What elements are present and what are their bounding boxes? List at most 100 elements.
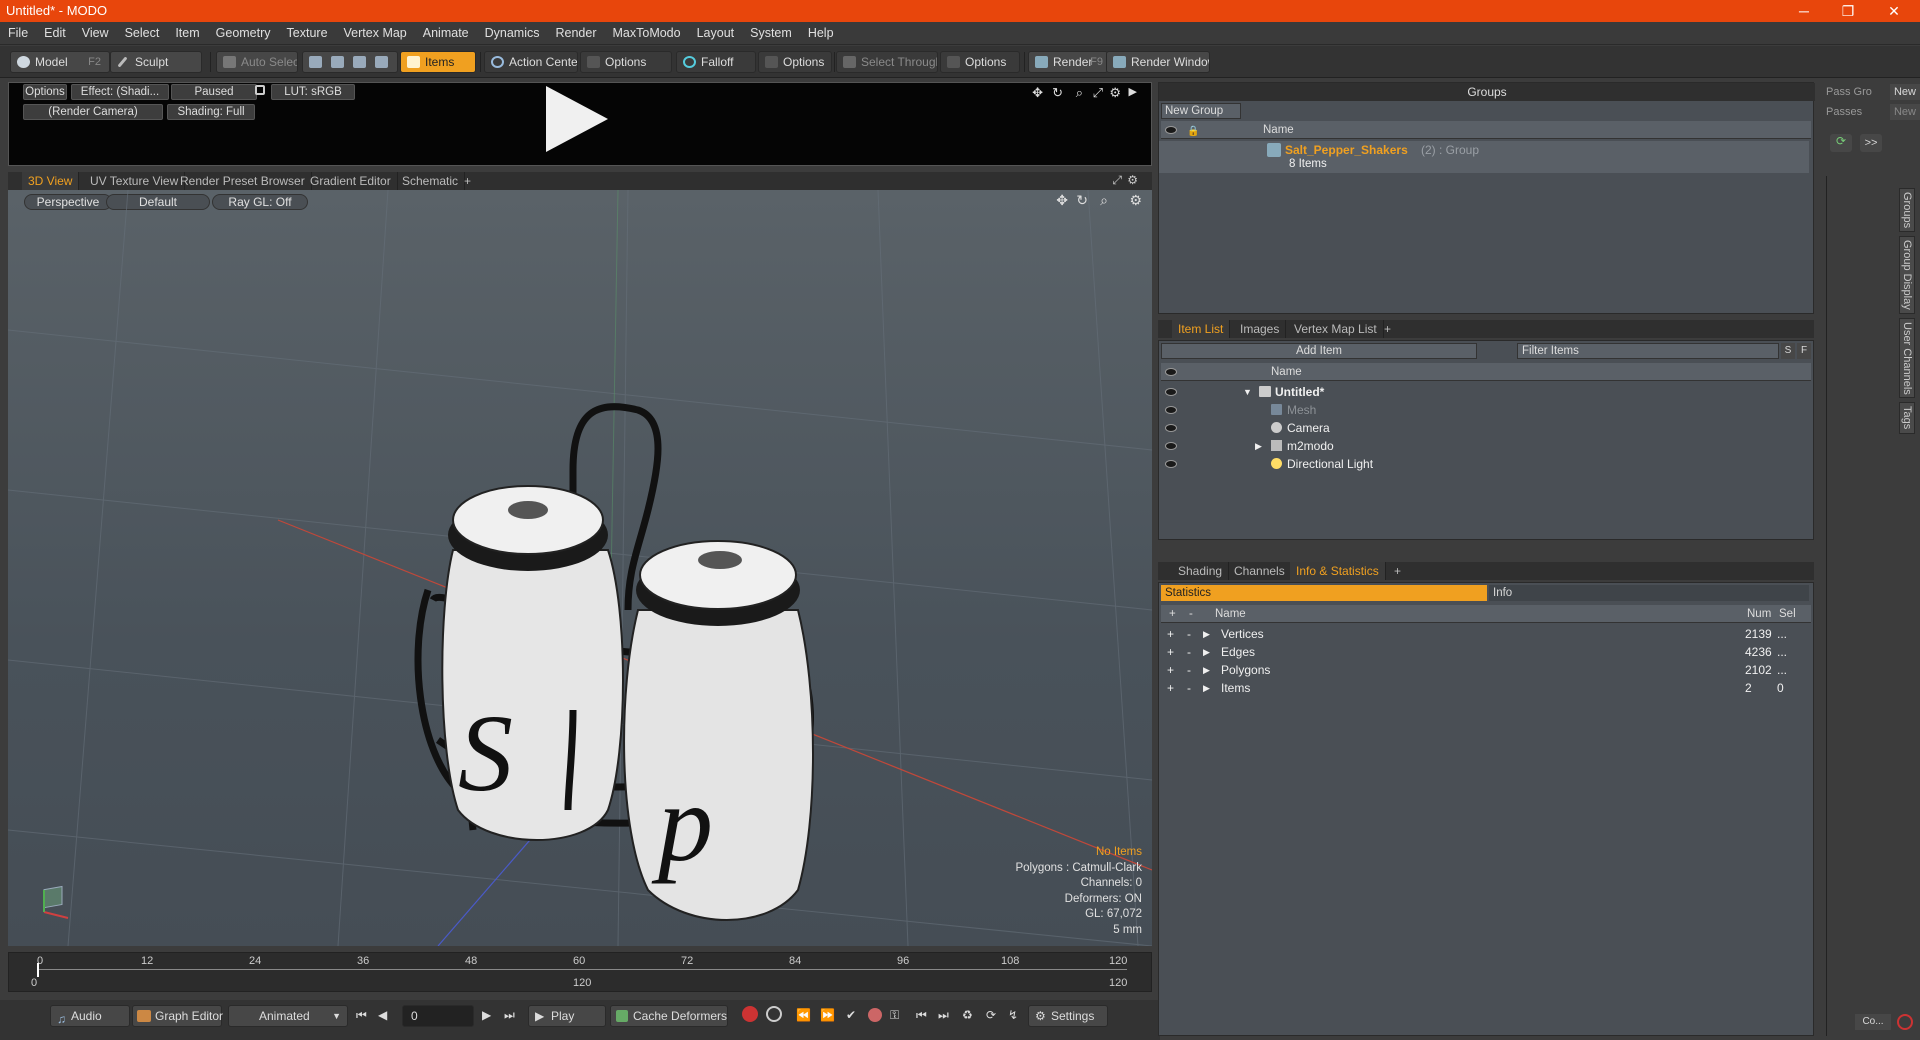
stats-row-vertices[interactable]: + - ▶ Vertices 2139...: [1159, 625, 1809, 643]
items-mode-button[interactable]: Items: [400, 51, 476, 73]
expand-icon[interactable]: ⤢: [1112, 173, 1122, 188]
tab-vertex-map-list[interactable]: Vertex Map List: [1288, 320, 1384, 338]
step-back-icon[interactable]: ⏮: [916, 1008, 927, 1023]
item-row-directional-light[interactable]: Directional Light: [1159, 455, 1809, 473]
auto-key-icon[interactable]: [766, 1006, 782, 1022]
minimize-button[interactable]: ─: [1784, 1, 1824, 21]
side-tab-tags[interactable]: Tags: [1899, 402, 1915, 434]
key-next-icon[interactable]: ⏩: [820, 1008, 835, 1022]
preview-options-button[interactable]: Options: [23, 84, 67, 100]
info-tab[interactable]: Info: [1489, 585, 1809, 601]
tab-images[interactable]: Images: [1234, 320, 1287, 338]
eye-icon[interactable]: [1165, 368, 1177, 376]
play-icon[interactable]: [546, 86, 608, 152]
tab-gradient-editor[interactable]: Gradient Editor: [304, 172, 398, 190]
menu-arrow-icon[interactable]: ▶: [1129, 85, 1137, 98]
expand-icon[interactable]: ⤢: [1093, 85, 1103, 101]
menu-select[interactable]: Select: [117, 22, 168, 45]
f-filter-button[interactable]: F: [1797, 343, 1811, 359]
s-filter-button[interactable]: S: [1781, 343, 1795, 359]
bounce-icon[interactable]: ⟳: [986, 1008, 996, 1022]
last-frame-icon[interactable]: ⏭: [504, 1008, 515, 1023]
polygons-icon[interactable]: [353, 56, 366, 68]
chevron-right-icon[interactable]: ▶: [1203, 679, 1210, 697]
chevron-right-icon[interactable]: ▶: [1203, 625, 1210, 643]
menu-geometry[interactable]: Geometry: [208, 22, 279, 45]
menu-dynamics[interactable]: Dynamics: [477, 22, 548, 45]
key-options-icon[interactable]: ⚿: [890, 1008, 899, 1023]
collapse-all-icon[interactable]: -: [1189, 605, 1193, 623]
item-row-mesh[interactable]: Mesh: [1159, 401, 1809, 419]
move-icon[interactable]: ✥: [1032, 85, 1043, 101]
effect-dropdown[interactable]: Effect: (Shadi...: [71, 84, 169, 100]
menu-animate[interactable]: Animate: [415, 22, 477, 45]
side-tab-group-display[interactable]: Group Display: [1899, 236, 1915, 314]
tab-shading[interactable]: Shading: [1172, 562, 1230, 580]
zoom-icon[interactable]: ⌕: [1076, 85, 1083, 101]
play-button[interactable]: ▶ Play: [528, 1005, 606, 1027]
3d-viewport[interactable]: Perspective Default Ray GL: Off ✥ ↻ ⌕ ⚙: [8, 190, 1152, 946]
menu-file[interactable]: File: [0, 22, 36, 45]
keyframe-icon[interactable]: [868, 1008, 882, 1022]
edges-icon[interactable]: [331, 56, 344, 68]
chevron-right-icon[interactable]: ▶: [1255, 437, 1262, 455]
next-frame-icon[interactable]: ▶: [482, 1008, 491, 1022]
refresh-icon[interactable]: ⟳: [1830, 134, 1852, 152]
eye-icon[interactable]: [1165, 126, 1177, 134]
paused-toggle[interactable]: Paused: [171, 84, 257, 100]
group-row-salt-pepper[interactable]: Salt_Pepper_Shakers (2) : Group 8 Items: [1159, 141, 1809, 173]
cache-deformers-button[interactable]: Cache Deformers: [610, 1005, 728, 1027]
graph-editor-button[interactable]: Graph Editor: [132, 1005, 223, 1027]
item-row-camera[interactable]: Camera: [1159, 419, 1809, 437]
add-tab-button[interactable]: +: [1388, 562, 1407, 580]
render-button[interactable]: Render F9: [1028, 51, 1108, 73]
side-tab-groups[interactable]: Groups: [1899, 188, 1915, 232]
add-tab-button[interactable]: +: [458, 172, 477, 190]
statistics-tab[interactable]: Statistics: [1161, 585, 1487, 601]
frame-input[interactable]: 0: [402, 1005, 474, 1027]
record-icon[interactable]: [1897, 1014, 1913, 1030]
chevron-right-icon[interactable]: ▶: [1203, 661, 1210, 679]
menu-vertex-map[interactable]: Vertex Map: [336, 22, 415, 45]
loop-icon[interactable]: ♻: [962, 1008, 973, 1022]
eye-icon[interactable]: [1165, 388, 1177, 396]
key-icon[interactable]: ✔: [846, 1008, 856, 1022]
stats-row-polygons[interactable]: + - ▶ Polygons 2102...: [1159, 661, 1809, 679]
menu-help[interactable]: Help: [800, 22, 842, 45]
filter-items-input[interactable]: Filter Items: [1517, 343, 1779, 359]
falloff-options-button[interactable]: Options: [758, 51, 832, 73]
new-pass-group-button[interactable]: New: [1890, 84, 1920, 100]
sculpt-mode-button[interactable]: Sculpt: [110, 51, 202, 73]
eye-icon[interactable]: [1165, 406, 1177, 414]
prev-frame-icon[interactable]: ◀: [378, 1008, 387, 1022]
tab-3d-view[interactable]: 3D View: [22, 172, 80, 190]
tab-schematic[interactable]: Schematic: [396, 172, 466, 190]
render-window-button[interactable]: Render Window: [1106, 51, 1210, 73]
menu-layout[interactable]: Layout: [689, 22, 743, 45]
collapse-button[interactable]: Co...: [1855, 1014, 1891, 1030]
playhead[interactable]: [37, 963, 39, 977]
tab-item-list[interactable]: Item List: [1172, 320, 1231, 338]
menu-render[interactable]: Render: [548, 22, 605, 45]
eye-icon[interactable]: [1165, 424, 1177, 432]
falloff-button[interactable]: Falloff: [676, 51, 756, 73]
eye-icon[interactable]: [1165, 460, 1177, 468]
shading-dropdown[interactable]: Shading: Full: [167, 104, 255, 120]
stats-row-items[interactable]: + - ▶ Items 2 0: [1159, 679, 1809, 697]
add-item-dropdown[interactable]: Add Item: [1161, 343, 1477, 359]
menu-maxtomodo[interactable]: MaxToModo: [605, 22, 689, 45]
side-tab-user-channels[interactable]: User Channels: [1899, 318, 1915, 398]
select-through-options-button[interactable]: Options: [940, 51, 1020, 73]
action-center-options-button[interactable]: Options: [580, 51, 672, 73]
item-row-untitled[interactable]: ▼ Untitled*: [1159, 383, 1809, 401]
chevron-right-icon[interactable]: ▶: [1203, 643, 1210, 661]
item-row-m2modo[interactable]: ▶ m2modo: [1159, 437, 1809, 455]
render-camera-dropdown[interactable]: (Render Camera): [23, 104, 163, 120]
menu-item[interactable]: Item: [167, 22, 207, 45]
tab-render-preset-browser[interactable]: Render Preset Browser: [174, 172, 312, 190]
auto-select-button[interactable]: Auto Select: [216, 51, 298, 73]
settings-button[interactable]: ⚙ Settings: [1028, 1005, 1108, 1027]
more-button[interactable]: >>: [1860, 134, 1882, 152]
tab-channels[interactable]: Channels: [1228, 562, 1292, 580]
expand-all-icon[interactable]: +: [1169, 605, 1176, 623]
